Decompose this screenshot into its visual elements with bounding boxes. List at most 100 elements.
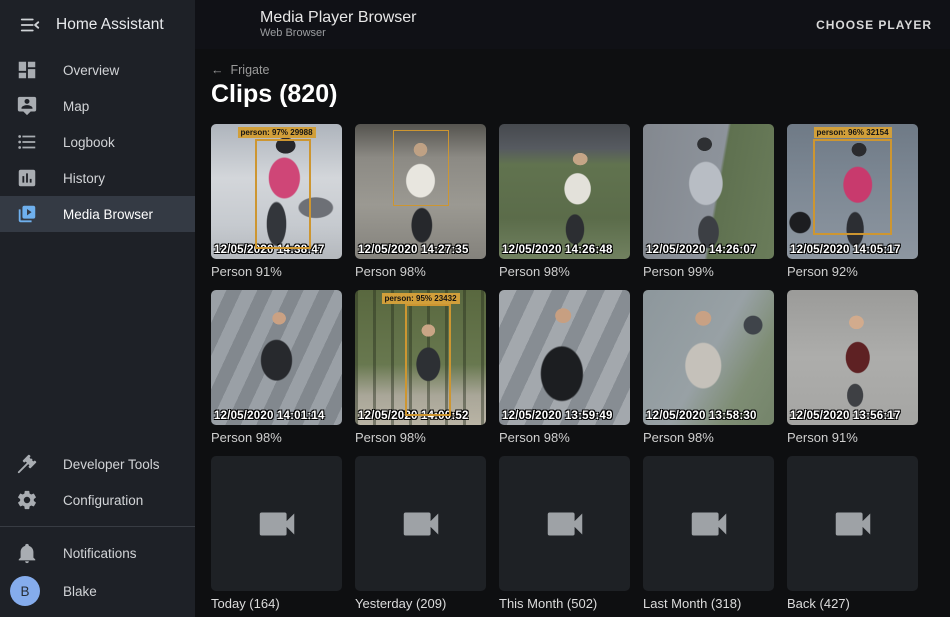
account-tooltip-icon: [16, 95, 38, 117]
sidebar-header: Home Assistant: [0, 0, 195, 49]
clip-caption: Person 99%: [643, 264, 774, 280]
clip-card[interactable]: 12/05/2020 13:56:17 Person 91%: [787, 290, 918, 446]
clip-timestamp: 12/05/2020 13:58:30: [646, 410, 757, 422]
sidebar-item-developer-tools[interactable]: Developer Tools: [0, 446, 195, 482]
chart-box-icon: [16, 167, 38, 189]
home-assistant-app: Home Assistant Overview Map Logbook: [0, 0, 950, 617]
clip-caption: Person 91%: [787, 430, 918, 446]
folder-thumbnail: [787, 456, 918, 591]
sidebar-item-label: Logbook: [63, 135, 115, 150]
bounding-box: [255, 139, 311, 249]
detection-label: person: 97% 29988: [237, 127, 315, 138]
page-subtitle: Web Browser: [260, 27, 417, 40]
clip-thumbnail: 12/05/2020 14:26:48: [499, 124, 630, 259]
sidebar-toggle-icon[interactable]: [10, 5, 50, 45]
clip-card[interactable]: person: 97% 29988 12/05/2020 14:38:47 Pe…: [211, 124, 342, 280]
clip-card[interactable]: person: 95% 23432 12/05/2020 14:00:52 Pe…: [355, 290, 486, 446]
clip-timestamp: 12/05/2020 14:01:14: [214, 410, 325, 422]
sidebar-item-label: Overview: [63, 63, 119, 78]
clips-grid: person: 97% 29988 12/05/2020 14:38:47 Pe…: [211, 124, 934, 612]
folder-label: Yesterday (209): [355, 596, 486, 612]
clip-caption: Person 98%: [499, 264, 630, 280]
sidebar-item-label: Media Browser: [63, 207, 153, 222]
section-title: Clips (820): [211, 80, 934, 109]
clip-card[interactable]: 12/05/2020 14:01:14 Person 98%: [211, 290, 342, 446]
media-browser-content: ← Frigate Clips (820) person: 97% 29988 …: [195, 49, 950, 617]
bounding-box: [813, 139, 892, 235]
sidebar-item-user[interactable]: B Blake: [0, 571, 195, 611]
clip-thumbnail: 12/05/2020 13:59:49: [499, 290, 630, 425]
folder-card-yesterday[interactable]: Yesterday (209): [355, 456, 486, 612]
detection-label: person: 95% 23432: [381, 293, 459, 304]
user-name: Blake: [63, 584, 97, 599]
sidebar-item-label: History: [63, 171, 105, 186]
clip-timestamp: 12/05/2020 13:56:17: [790, 410, 901, 422]
bell-icon: [16, 542, 38, 564]
folder-card-today[interactable]: Today (164): [211, 456, 342, 612]
folder-card-last-month[interactable]: Last Month (318): [643, 456, 774, 612]
clip-thumbnail: person: 95% 23432 12/05/2020 14:00:52: [355, 290, 486, 425]
folder-label: Today (164): [211, 596, 342, 612]
main-panel: Media Player Browser Web Browser CHOOSE …: [195, 0, 950, 617]
clip-thumbnail: 12/05/2020 13:58:30: [643, 290, 774, 425]
folder-thumbnail: [355, 456, 486, 591]
videocam-icon: [830, 501, 876, 547]
view-dashboard-icon: [16, 59, 38, 81]
page-title: Media Player Browser: [260, 9, 417, 27]
clip-card[interactable]: 12/05/2020 13:59:49 Person 98%: [499, 290, 630, 446]
sidebar-item-notifications[interactable]: Notifications: [0, 535, 195, 571]
videocam-icon: [254, 501, 300, 547]
bounding-box: [393, 130, 449, 206]
clip-caption: Person 98%: [355, 430, 486, 446]
folder-label: Back (427): [787, 596, 918, 612]
sidebar-item-media-browser[interactable]: Media Browser: [0, 196, 195, 232]
clip-caption: Person 98%: [643, 430, 774, 446]
videocam-icon: [398, 501, 444, 547]
videocam-icon: [542, 501, 588, 547]
folder-thumbnail: [499, 456, 630, 591]
avatar: B: [10, 576, 40, 606]
sidebar-item-configuration[interactable]: Configuration: [0, 482, 195, 518]
videocam-icon: [686, 501, 732, 547]
folder-card-this-month[interactable]: This Month (502): [499, 456, 630, 612]
clip-thumbnail: person: 97% 29988 12/05/2020 14:38:47: [211, 124, 342, 259]
clip-card[interactable]: 12/05/2020 14:26:07 Person 99%: [643, 124, 774, 280]
folder-thumbnail: [643, 456, 774, 591]
clip-timestamp: 12/05/2020 14:05:17: [790, 244, 901, 256]
detection-label: person: 96% 32154: [813, 127, 891, 138]
choose-player-button[interactable]: CHOOSE PLAYER: [816, 18, 932, 32]
back-arrow-icon: ←: [211, 63, 224, 77]
play-box-multiple-icon: [16, 203, 38, 225]
clip-thumbnail: 12/05/2020 14:27:35: [355, 124, 486, 259]
clip-card[interactable]: person: 96% 32154 12/05/2020 14:05:17 Pe…: [787, 124, 918, 280]
sidebar: Home Assistant Overview Map Logbook: [0, 0, 195, 617]
clip-thumbnail: person: 96% 32154 12/05/2020 14:05:17: [787, 124, 918, 259]
sidebar-nav: Overview Map Logbook History: [0, 49, 195, 232]
sidebar-item-history[interactable]: History: [0, 160, 195, 196]
folder-label: Last Month (318): [643, 596, 774, 612]
clip-card[interactable]: 12/05/2020 14:27:35 Person 98%: [355, 124, 486, 280]
clip-card[interactable]: 12/05/2020 13:58:30 Person 98%: [643, 290, 774, 446]
hammer-icon: [16, 453, 38, 475]
sidebar-item-label: Map: [63, 99, 89, 114]
sidebar-item-logbook[interactable]: Logbook: [0, 124, 195, 160]
clip-timestamp: 12/05/2020 14:26:07: [646, 244, 757, 256]
sidebar-divider: [0, 526, 195, 527]
sidebar-item-label: Configuration: [63, 493, 143, 508]
breadcrumb[interactable]: ← Frigate: [211, 63, 269, 77]
clip-timestamp: 12/05/2020 13:59:49: [502, 410, 613, 422]
sidebar-bottom: Developer Tools Configuration Notificati…: [0, 446, 195, 617]
list-bulleted-icon: [16, 131, 38, 153]
bounding-box: [405, 304, 451, 416]
clip-card[interactable]: 12/05/2020 14:26:48 Person 98%: [499, 124, 630, 280]
clip-caption: Person 98%: [499, 430, 630, 446]
sidebar-item-overview[interactable]: Overview: [0, 52, 195, 88]
app-bar-titles: Media Player Browser Web Browser: [260, 9, 417, 40]
app-bar: Media Player Browser Web Browser CHOOSE …: [195, 0, 950, 49]
clip-thumbnail: 12/05/2020 13:56:17: [787, 290, 918, 425]
sidebar-item-map[interactable]: Map: [0, 88, 195, 124]
clip-timestamp: 12/05/2020 14:27:35: [358, 244, 469, 256]
folder-card-back[interactable]: Back (427): [787, 456, 918, 612]
breadcrumb-label: Frigate: [231, 63, 270, 77]
clip-caption: Person 91%: [211, 264, 342, 280]
